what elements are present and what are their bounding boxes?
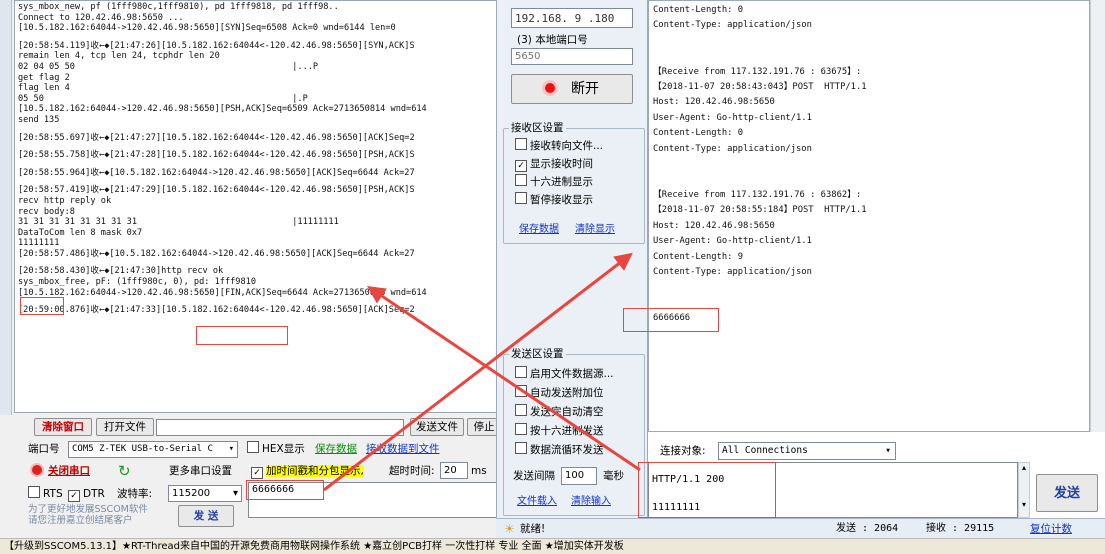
annotation-arrows: [323, 252, 641, 492]
arrow-send-to-recv: [323, 252, 633, 492]
arrow-reply-to-log: [367, 285, 641, 472]
